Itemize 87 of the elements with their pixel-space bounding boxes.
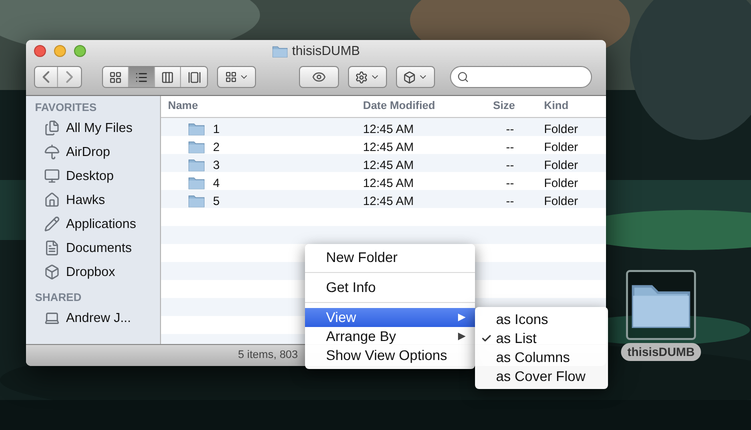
menu-item[interactable]: Arrange By ▶	[305, 327, 475, 346]
folder-icon	[272, 44, 288, 58]
submenu-item[interactable]: as Icons	[475, 310, 608, 329]
folder-icon	[188, 158, 205, 172]
menu-item[interactable]: Get Info	[305, 278, 475, 297]
search-field[interactable]	[450, 66, 592, 88]
sidebar-item[interactable]: Andrew J...	[26, 306, 160, 330]
quick-look-button[interactable]	[299, 66, 339, 88]
status-text: 5 items, 803	[238, 348, 298, 364]
docs-icon	[44, 240, 60, 256]
submenu-arrow-icon: ▶	[458, 329, 466, 344]
settings-icon	[355, 70, 368, 84]
icons-view-icon	[109, 70, 122, 84]
sidebar-heading: FAVORITES	[34, 101, 98, 116]
folder-icon	[188, 194, 205, 208]
date-cell-text: 12:45 AM	[363, 157, 415, 174]
column-header[interactable]: Kind	[544, 98, 604, 115]
files-icon	[44, 120, 60, 136]
size-cell-text: --	[505, 139, 515, 156]
menu-item[interactable]: View ▶	[305, 308, 475, 327]
desktop-icon	[44, 168, 60, 184]
box-icon	[403, 70, 416, 84]
view-mode-button[interactable]	[129, 67, 155, 87]
sidebar-item[interactable]: AirDrop	[26, 140, 160, 164]
zoom-button[interactable]	[74, 45, 86, 57]
column-header[interactable]: Name	[161, 98, 363, 115]
name-cell-text: 5	[213, 193, 220, 210]
name-cell-text: 1	[213, 121, 220, 138]
sidebar-item[interactable]: Dropbox	[26, 260, 160, 284]
kind-cell-text: Folder	[544, 175, 580, 192]
kind-cell-text: Folder	[544, 121, 580, 138]
back-forward-control[interactable]	[34, 66, 82, 88]
close-button[interactable]	[34, 45, 46, 57]
sidebar-item[interactable]: Documents	[26, 236, 160, 260]
sidebar-heading: SHARED	[34, 291, 82, 306]
sidebar-item[interactable]: Applications	[26, 212, 160, 236]
size-cell-text: --	[505, 193, 515, 210]
folder-icon	[188, 140, 205, 154]
date-cell-text: 12:45 AM	[363, 193, 415, 210]
size-cell-text: --	[505, 157, 515, 174]
search-icon	[457, 71, 469, 83]
menu-item[interactable]: Show View Options	[305, 346, 475, 365]
size-cell-text: --	[505, 175, 515, 192]
name-cell-text: 4	[213, 175, 220, 192]
action-button[interactable]	[348, 66, 387, 88]
view-mode-control[interactable]	[102, 66, 208, 88]
list-view-icon	[135, 70, 148, 84]
coverflow-view-icon	[188, 70, 200, 84]
kind-cell-text: Folder	[544, 139, 580, 156]
submenu-item[interactable]: as List	[475, 329, 608, 348]
date-cell-text: 12:45 AM	[363, 121, 415, 138]
submenu-arrow-icon: ▶	[458, 310, 466, 325]
submenu-item[interactable]: as Cover Flow	[475, 367, 608, 386]
window-title: thisisDUMB	[292, 42, 360, 60]
folder-icon	[188, 122, 205, 136]
kind-cell-text: Folder	[544, 157, 580, 174]
submenu-item[interactable]: as Columns	[475, 348, 608, 367]
file-row[interactable]: 1 12:45 AM -- Folder	[161, 120, 606, 138]
column-header[interactable]: Date Modified	[363, 98, 493, 115]
file-row[interactable]: 4 12:45 AM -- Folder	[161, 174, 606, 192]
desktop-folder-icon[interactable]	[626, 270, 696, 340]
file-row[interactable]: 5 12:45 AM -- Folder	[161, 192, 606, 210]
file-row[interactable]: 2 12:45 AM -- Folder	[161, 138, 606, 156]
size-cell-text: --	[505, 121, 515, 138]
computer-icon	[44, 310, 60, 326]
grid-icon	[224, 71, 236, 83]
sidebar-item[interactable]: Desktop	[26, 164, 160, 188]
view-mode-button[interactable]	[103, 67, 129, 87]
view-mode-button[interactable]	[181, 67, 207, 87]
home-icon	[44, 192, 60, 208]
date-cell-text: 12:45 AM	[363, 175, 415, 192]
eye-icon	[311, 70, 327, 84]
columns-view-icon	[161, 70, 174, 84]
name-cell-text: 2	[213, 139, 220, 156]
desktop-icon-label: thisisDUMB	[621, 343, 701, 361]
name-cell-text: 3	[213, 157, 220, 174]
sidebar-item[interactable]: Hawks	[26, 188, 160, 212]
dropbox-button[interactable]	[396, 66, 435, 88]
file-row[interactable]: 3 12:45 AM -- Folder	[161, 156, 606, 174]
arrange-button[interactable]	[217, 66, 256, 88]
view-mode-button[interactable]	[155, 67, 181, 87]
sidebar-item[interactable]: All My Files	[26, 116, 160, 140]
folder-icon	[188, 176, 205, 190]
kind-cell-text: Folder	[544, 193, 580, 210]
menu-item[interactable]: New Folder	[305, 248, 475, 267]
date-cell-text: 12:45 AM	[363, 139, 415, 156]
column-header[interactable]: Size	[493, 98, 544, 115]
